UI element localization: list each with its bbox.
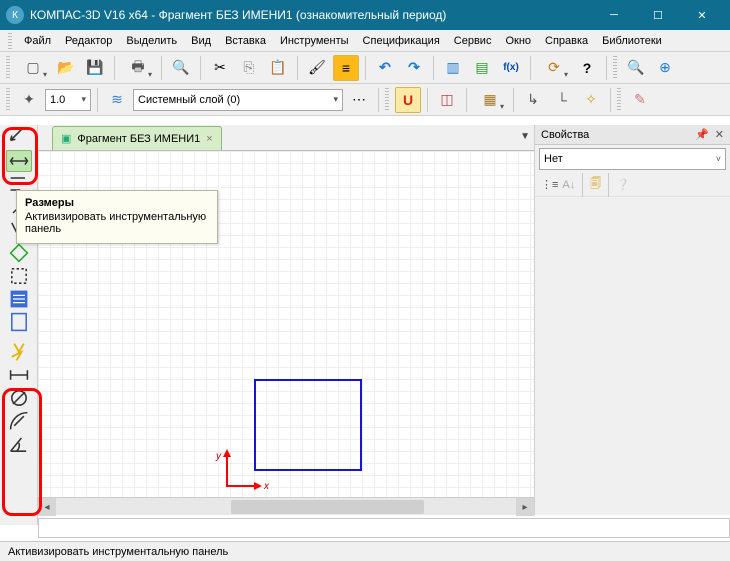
cut-button[interactable] <box>207 55 233 81</box>
menu-bar: Файл Редактор Выделить Вид Вставка Инстр… <box>0 30 730 52</box>
radial-dim-tool[interactable] <box>6 410 32 432</box>
minimize-button[interactable]: ─ <box>592 0 636 30</box>
copy-button[interactable] <box>236 55 262 81</box>
menu-select[interactable]: Выделить <box>120 33 183 49</box>
panel-help-icon[interactable]: ❔ <box>616 178 630 191</box>
menu-tools[interactable]: Инструменты <box>274 33 355 49</box>
linear-dim-tool[interactable] <box>6 364 32 386</box>
scroll-thumb[interactable] <box>231 500 424 514</box>
zoom-dynamic-button[interactable]: ⊕ <box>652 55 678 81</box>
tab-close-icon[interactable]: × <box>206 133 212 145</box>
close-button[interactable]: ✕ <box>680 0 724 30</box>
grid-button[interactable] <box>473 87 507 113</box>
properties-filter-combo[interactable]: Нет˅ <box>539 148 726 170</box>
maximize-button[interactable]: ☐ <box>636 0 680 30</box>
print-preview-button[interactable] <box>168 55 194 81</box>
layer-manager-button[interactable]: ⋯ <box>346 87 372 113</box>
tooltip-body: Активизировать инструментальную панель <box>25 211 209 235</box>
grip-icon <box>617 88 621 112</box>
menu-spec[interactable]: Спецификация <box>357 33 446 49</box>
app-icon: К <box>6 6 24 24</box>
grip-icon <box>385 88 389 112</box>
grip-icon <box>613 56 617 80</box>
dimensions-tool[interactable] <box>6 150 32 172</box>
menu-service[interactable]: Сервис <box>448 33 498 49</box>
grip-icon <box>6 88 10 112</box>
menu-help[interactable]: Справка <box>539 33 594 49</box>
tabs-dropdown-icon[interactable]: ▼ <box>520 131 530 142</box>
scroll-right-button[interactable]: ▸ <box>516 498 534 516</box>
y-axis-label: y <box>216 451 221 462</box>
workspace: ▣ Фрагмент БЕЗ ИМЕНИ1 × ▼ y x ◂ ▸ <box>38 125 534 515</box>
properties-panel: Свойства 📌 ✕ Нет˅ ⋮≡ A↓ 🗐 ❔ <box>534 125 730 515</box>
left-toolbar <box>0 125 38 525</box>
status-text: Активизировать инструментальную панель <box>8 546 228 558</box>
pin-icon[interactable]: 📌 <box>695 128 709 141</box>
auto-dim-tool[interactable] <box>6 341 32 363</box>
grip-icon <box>8 33 12 49</box>
window-title: КОМПАС-3D V16 x64 - Фрагмент БЕЗ ИМЕНИ1 … <box>30 8 592 22</box>
layer-style-button[interactable]: ≋ <box>104 87 130 113</box>
undo-button[interactable] <box>372 55 398 81</box>
brush2-button[interactable]: ✎ <box>627 87 653 113</box>
select-tool[interactable] <box>6 265 32 287</box>
menu-window[interactable]: Окно <box>499 33 537 49</box>
menu-edit[interactable]: Редактор <box>59 33 118 49</box>
properties-button[interactable] <box>333 55 359 81</box>
menu-view[interactable]: Вид <box>185 33 217 49</box>
pages-icon[interactable]: 🗐 <box>590 175 601 194</box>
open-button[interactable] <box>53 55 79 81</box>
format-painter-button[interactable] <box>304 55 330 81</box>
ortho-button[interactable] <box>549 87 575 113</box>
parametric-button[interactable]: ◫ <box>434 87 460 113</box>
command-input[interactable] <box>38 518 730 538</box>
panel-close-icon[interactable]: ✕ <box>715 128 724 141</box>
document-tab[interactable]: ▣ Фрагмент БЕЗ ИМЕНИ1 × <box>52 126 222 150</box>
spec-tool[interactable] <box>6 288 32 310</box>
tooltip: Размеры Активизировать инструментальную … <box>16 190 218 244</box>
reports-tool[interactable] <box>6 311 32 333</box>
save-button[interactable] <box>82 55 108 81</box>
refresh-button[interactable] <box>537 55 571 81</box>
diameter-dim-tool[interactable] <box>6 387 32 409</box>
properties-title: Свойства <box>541 129 589 141</box>
manager-button[interactable]: ▥ <box>440 55 466 81</box>
snap-toggle-button[interactable]: U <box>395 87 421 113</box>
grip-icon <box>6 56 10 80</box>
scroll-left-button[interactable]: ◂ <box>38 498 56 516</box>
menu-libs[interactable]: Библиотеки <box>596 33 668 49</box>
menu-file[interactable]: Файл <box>18 33 57 49</box>
sort-alpha-icon[interactable]: A↓ <box>562 179 575 191</box>
variables-window-button[interactable] <box>469 55 495 81</box>
help-button[interactable] <box>574 55 600 81</box>
paste-button[interactable] <box>265 55 291 81</box>
tooltip-title: Размеры <box>25 197 209 209</box>
line-width-combo[interactable]: 1.0▾ <box>45 89 91 111</box>
measure-tool[interactable] <box>6 242 32 264</box>
print-button[interactable] <box>121 55 155 81</box>
snap-button[interactable]: ✦ <box>16 87 42 113</box>
menu-insert[interactable]: Вставка <box>219 33 272 49</box>
document-tab-label: Фрагмент БЕЗ ИМЕНИ1 <box>77 133 200 145</box>
coord-button[interactable]: ↳ <box>520 87 546 113</box>
rectangle-shape[interactable] <box>254 379 362 471</box>
round-button[interactable]: ✧ <box>578 87 604 113</box>
zoom-region-button[interactable] <box>623 55 649 81</box>
properties-filter-value: Нет <box>544 153 563 165</box>
layer-value: Системный слой (0) <box>138 94 240 106</box>
sort-categories-icon[interactable]: ⋮≡ <box>541 178 558 191</box>
doc-icon: ▣ <box>61 132 71 145</box>
line-width-value: 1.0 <box>50 94 65 106</box>
geometry-tool[interactable] <box>6 127 32 149</box>
layer-combo[interactable]: Системный слой (0)▾ <box>133 89 343 111</box>
redo-button[interactable] <box>401 55 427 81</box>
new-button[interactable] <box>16 55 50 81</box>
angle-dim-tool[interactable] <box>6 433 32 455</box>
h-scrollbar[interactable]: ◂ ▸ <box>38 497 534 515</box>
x-axis-label: x <box>264 481 269 492</box>
fx-button[interactable] <box>498 55 524 81</box>
